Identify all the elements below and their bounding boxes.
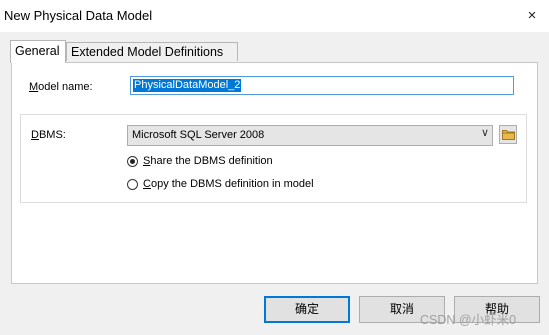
share-dbms-label: Share the DBMS definition (143, 155, 273, 167)
browse-folder-button[interactable] (499, 125, 517, 144)
title-bar: New Physical Data Model × (0, 0, 549, 32)
copy-dbms-radio[interactable] (127, 179, 138, 190)
share-dbms-radio[interactable] (127, 156, 138, 167)
ok-button[interactable]: 确定 (264, 296, 350, 323)
model-name-label: Model name: (29, 81, 93, 93)
window-title: New Physical Data Model (4, 8, 153, 23)
tab-extended-model-definitions[interactable]: Extended Model Definitions (66, 42, 238, 61)
dbms-selected-value: Microsoft SQL Server 2008 (132, 129, 265, 141)
radio-selected-dot (130, 159, 135, 164)
watermark: CSDN @小虾米0 (420, 313, 517, 327)
dbms-dropdown[interactable]: Microsoft SQL Server 2008 ∨ (127, 125, 493, 146)
model-name-value: PhysicalDataModel_2 (133, 79, 242, 92)
folder-icon (502, 130, 515, 140)
dbms-label: DBMS: (31, 129, 66, 141)
copy-dbms-label: Copy the DBMS definition in model (143, 178, 314, 190)
model-name-input[interactable]: PhysicalDataModel_2 (130, 76, 514, 95)
close-icon[interactable]: × (521, 5, 543, 27)
general-tab-panel: Model name: PhysicalDataModel_2 DBMS: Mi… (11, 62, 538, 284)
chevron-down-icon[interactable]: ∨ (481, 126, 489, 139)
dbms-group: DBMS: Microsoft SQL Server 2008 ∨ Share … (20, 114, 527, 203)
tab-general[interactable]: General (10, 40, 66, 63)
